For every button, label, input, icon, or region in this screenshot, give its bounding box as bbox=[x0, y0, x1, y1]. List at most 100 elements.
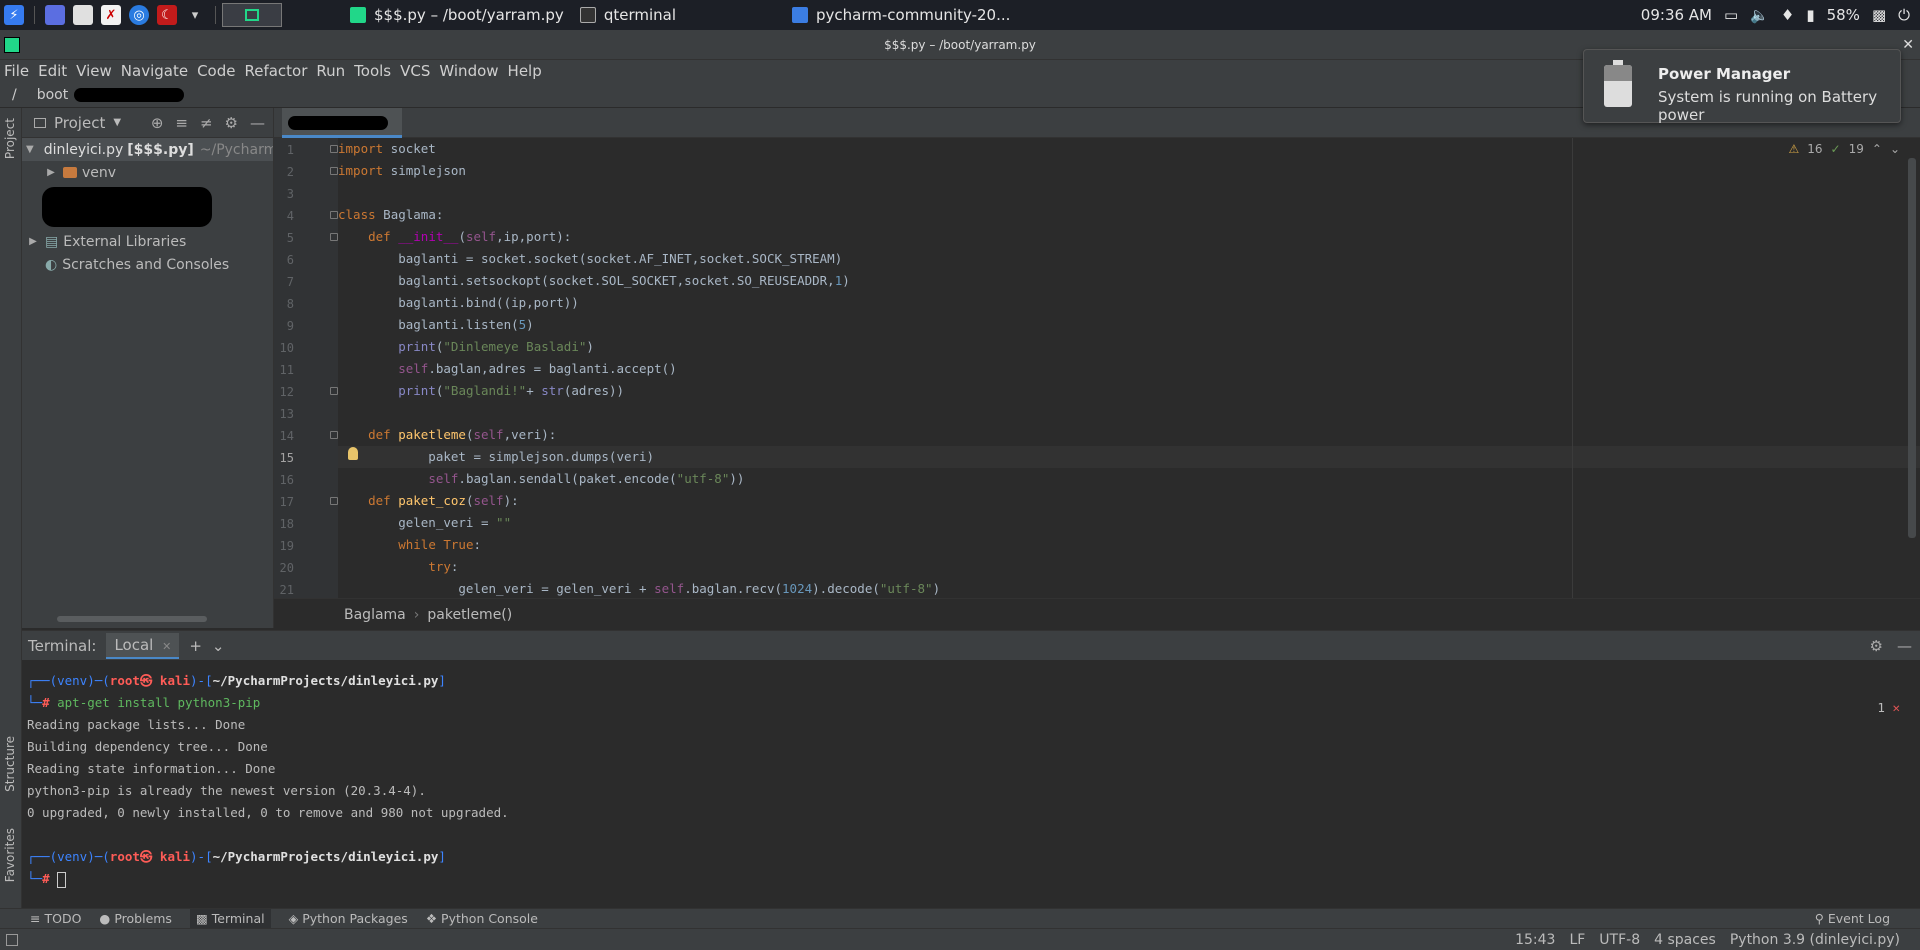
caret-position[interactable]: 15:43 bbox=[1515, 932, 1555, 948]
breadcrumb-class[interactable]: Baglama bbox=[344, 607, 406, 623]
nav-boot[interactable]: boot bbox=[37, 87, 69, 103]
line-number: 11 bbox=[279, 363, 294, 377]
tab-python-packages[interactable]: ◈ Python Packages bbox=[289, 911, 408, 926]
menu-navigate[interactable]: Navigate bbox=[121, 62, 188, 80]
input-line[interactable]: └─# bbox=[27, 868, 1920, 890]
menu-help[interactable]: Help bbox=[508, 62, 542, 80]
notification-bell-icon[interactable]: ♦ bbox=[1781, 6, 1794, 24]
task-qterminal[interactable]: qterminal bbox=[572, 0, 684, 30]
text-editor-icon[interactable]: ✗ bbox=[101, 5, 121, 25]
error-indicator[interactable]: 1 ✕ bbox=[1877, 700, 1900, 715]
minimize-icon[interactable]: — bbox=[1897, 637, 1912, 655]
nav-root[interactable]: / bbox=[12, 87, 17, 103]
chevron-down-icon[interactable]: ⌄ bbox=[1890, 142, 1900, 156]
prompt-venv: (venv) bbox=[49, 673, 95, 688]
menu-refactor[interactable]: Refactor bbox=[244, 62, 307, 80]
favorites-tool-tab[interactable]: Favorites bbox=[3, 828, 17, 882]
menu-tools[interactable]: Tools bbox=[354, 62, 391, 80]
fold-marker[interactable] bbox=[330, 167, 338, 175]
structure-tool-tab[interactable]: Structure bbox=[3, 736, 17, 792]
minimize-icon[interactable]: — bbox=[250, 114, 265, 132]
power-icon[interactable]: ⏻ bbox=[1898, 6, 1910, 24]
lock-icon[interactable]: ▩ bbox=[1872, 6, 1886, 24]
fold-marker[interactable] bbox=[330, 387, 338, 395]
line-number: 4 bbox=[286, 209, 294, 223]
workspace-switcher[interactable] bbox=[222, 3, 282, 27]
power-manager-notification[interactable]: Power Manager System is running on Batte… bbox=[1583, 49, 1901, 124]
toggle-tool-windows-icon[interactable] bbox=[6, 933, 18, 946]
battery-icon[interactable]: ▮ bbox=[1806, 6, 1814, 24]
file-manager-icon[interactable] bbox=[73, 5, 93, 25]
horizontal-scrollbar[interactable] bbox=[57, 616, 207, 622]
gear-icon[interactable]: ⚙ bbox=[225, 114, 238, 132]
tree-item-scratches[interactable]: ◐ Scratches and Consoles bbox=[22, 253, 273, 276]
code-line: baglanti.bind((ip,port)) bbox=[338, 295, 579, 310]
task-file-manager[interactable]: pycharm-community-20... bbox=[784, 0, 1018, 30]
terminal-tab-local[interactable]: Local ✕ bbox=[106, 632, 180, 659]
chevron-up-icon[interactable]: ⌃ bbox=[1872, 142, 1882, 156]
volume-icon[interactable]: 🔈 bbox=[1750, 6, 1769, 24]
menu-run[interactable]: Run bbox=[316, 62, 345, 80]
chevron-down-icon[interactable]: ▼ bbox=[113, 117, 121, 128]
terminal-header: Terminal: Local ✕ + ⌄ ⚙ — bbox=[22, 630, 1920, 660]
chevron-right-icon[interactable]: ▶ bbox=[26, 236, 40, 247]
locate-icon[interactable]: ⊕ bbox=[151, 114, 164, 132]
project-view-selector[interactable]: Project bbox=[54, 114, 105, 132]
display-icon[interactable]: ▭ bbox=[1724, 6, 1738, 24]
kali-menu-icon[interactable]: ⚡ bbox=[4, 5, 24, 25]
chevron-down-icon[interactable]: ▼ bbox=[26, 144, 34, 155]
event-log-button[interactable]: ⚲ Event Log bbox=[1815, 911, 1920, 926]
terminal-app-icon[interactable]: ☾ bbox=[157, 5, 177, 25]
pycharm-icon bbox=[4, 37, 20, 53]
indent-setting[interactable]: 4 spaces bbox=[1654, 932, 1716, 948]
vertical-scrollbar[interactable] bbox=[1908, 158, 1916, 538]
fold-marker[interactable] bbox=[330, 431, 338, 439]
code-line: paket = simplejson.dumps(veri) bbox=[338, 449, 655, 464]
chevron-right-icon[interactable]: ▶ bbox=[44, 167, 58, 178]
desktop-icon[interactable] bbox=[45, 5, 65, 25]
project-root-label: dinleyici.py bbox=[43, 141, 124, 158]
command-line: └─# apt-get install python3-pip bbox=[27, 695, 261, 710]
tab-todo[interactable]: ≡ TODO bbox=[30, 911, 81, 926]
tree-item-external-libraries[interactable]: ▶ ▤ External Libraries bbox=[22, 230, 273, 253]
menu-code[interactable]: Code bbox=[197, 62, 235, 80]
tree-item-venv[interactable]: ▶ venv bbox=[22, 161, 273, 184]
tab-python-console[interactable]: ❖ Python Console bbox=[426, 911, 538, 926]
task-pycharm-window[interactable]: $$$.py – /boot/yarram.py bbox=[342, 0, 572, 30]
menu-edit[interactable]: Edit bbox=[38, 62, 67, 80]
close-icon[interactable]: ✕ bbox=[162, 640, 171, 653]
menu-view[interactable]: View bbox=[76, 62, 112, 80]
menu-file[interactable]: File bbox=[4, 62, 29, 80]
close-window-icon[interactable]: ✕ bbox=[1902, 30, 1914, 60]
breadcrumb-method[interactable]: paketleme() bbox=[427, 607, 512, 623]
inspection-widget[interactable]: ⚠ 16 ✓ 19 ⌃ ⌄ bbox=[1788, 142, 1900, 156]
project-tool-tab[interactable]: Project bbox=[3, 118, 17, 159]
file-encoding[interactable]: UTF-8 bbox=[1599, 932, 1640, 948]
add-icon[interactable]: + bbox=[189, 637, 202, 655]
fold-marker[interactable] bbox=[330, 233, 338, 241]
tree-item-project-root[interactable]: ▼ dinleyici.py [$$$.py] ~/Pycharm bbox=[22, 138, 273, 161]
code-line: baglanti.listen(5) bbox=[338, 317, 534, 332]
editor-tab-active[interactable] bbox=[282, 108, 402, 138]
menu-window[interactable]: Window bbox=[439, 62, 498, 80]
expand-all-icon[interactable]: ≡ bbox=[175, 114, 188, 132]
browser-icon[interactable]: ◎ bbox=[129, 5, 149, 25]
check-icon: ✓ bbox=[1830, 142, 1841, 156]
code-editor[interactable]: 1 2 3 4 5 6 7 8 9 10 11 12 13 14 15 16 1… bbox=[274, 138, 1920, 598]
fold-marker[interactable] bbox=[330, 145, 338, 153]
menu-vcs[interactable]: VCS bbox=[400, 62, 430, 80]
clock[interactable]: 09:36 AM bbox=[1641, 6, 1712, 24]
chevron-down-icon[interactable]: ▾ bbox=[185, 5, 205, 25]
line-number: 6 bbox=[286, 253, 294, 267]
line-separator[interactable]: LF bbox=[1569, 932, 1585, 948]
fold-marker[interactable] bbox=[330, 211, 338, 219]
scratches-icon: ◐ bbox=[45, 256, 58, 273]
collapse-all-icon[interactable]: ≠ bbox=[200, 114, 213, 132]
tab-problems[interactable]: ● Problems bbox=[99, 911, 172, 926]
tab-terminal[interactable]: ▩ Terminal bbox=[189, 909, 271, 928]
gear-icon[interactable]: ⚙ bbox=[1870, 637, 1883, 655]
terminal-output[interactable]: ┌──(venv)─(root㉿ kali)-[~/PycharmProject… bbox=[22, 660, 1920, 908]
interpreter[interactable]: Python 3.9 (dinleyici.py) bbox=[1730, 932, 1900, 948]
fold-marker[interactable] bbox=[330, 497, 338, 505]
chevron-down-icon[interactable]: ⌄ bbox=[212, 637, 225, 655]
